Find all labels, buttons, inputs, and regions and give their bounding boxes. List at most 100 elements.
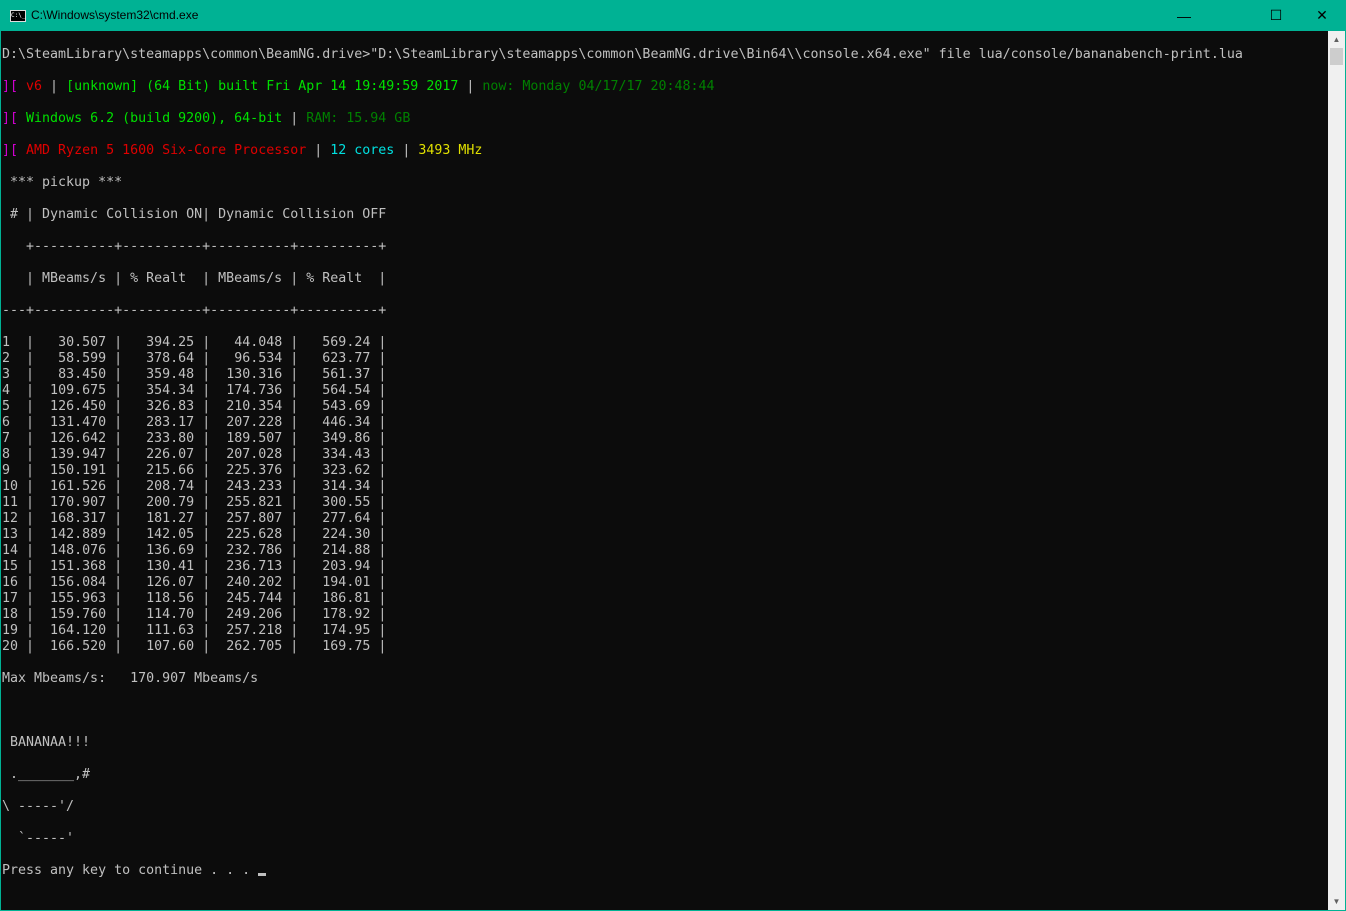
cell: 186.81 xyxy=(298,591,371,606)
cell: 156.084 xyxy=(34,575,107,590)
cell: 207.028 xyxy=(210,447,283,462)
cell: 224.30 xyxy=(298,527,371,542)
cell: 111.63 xyxy=(122,623,195,638)
table-row: 18 | 159.760 | 114.70 | 249.206 | 178.92… xyxy=(2,607,387,622)
cell: 161.526 xyxy=(34,479,107,494)
max-line: Max Mbeams/s: 170.907 Mbeams/s xyxy=(2,671,259,686)
cell: 203.94 xyxy=(298,559,371,574)
cell: 169.75 xyxy=(298,639,371,654)
cell: 130.316 xyxy=(210,367,283,382)
cell: 257.218 xyxy=(210,623,283,638)
bracket: ][ xyxy=(2,143,27,158)
table-row: 4 | 109.675 | 354.34 | 174.736 | 564.54 … xyxy=(2,383,387,398)
cell: 207.228 xyxy=(210,415,283,430)
cell: 83.450 xyxy=(34,367,107,382)
maximize-button[interactable]: ☐ xyxy=(1253,0,1299,31)
row-number: 15 xyxy=(2,559,27,574)
banana-title: BANANAA!!! xyxy=(2,735,91,750)
cell: 323.62 xyxy=(298,463,371,478)
cell: 240.202 xyxy=(210,575,283,590)
cell: 326.83 xyxy=(122,399,195,414)
cell: 189.507 xyxy=(210,431,283,446)
table-divider: ---+----------+----------+----------+---… xyxy=(2,303,387,318)
window-title: C:\Windows\system32\cmd.exe xyxy=(31,8,199,22)
cell: 243.233 xyxy=(210,479,283,494)
cell: 569.24 xyxy=(298,335,371,350)
build: [unknown] (64 Bit) built Fri Apr 14 19:4… xyxy=(66,79,459,94)
cell: 174.736 xyxy=(210,383,283,398)
cpu-line: ][ AMD Ryzen 5 1600 Six-Core Processor |… xyxy=(2,143,1243,159)
table-row: 15 | 151.368 | 130.41 | 236.713 | 203.94… xyxy=(2,559,387,574)
table-group-header: # | Dynamic Collision ON| Dynamic Collis… xyxy=(2,207,387,222)
cell: 257.807 xyxy=(210,511,283,526)
cell: 623.77 xyxy=(298,351,371,366)
bracket: ][ xyxy=(2,79,27,94)
scroll-down-icon[interactable]: ▼ xyxy=(1328,893,1345,910)
command-line: D:\SteamLibrary\steamapps\common\BeamNG.… xyxy=(2,47,1243,62)
row-number: 2 xyxy=(2,351,27,366)
table-row: 11 | 170.907 | 200.79 | 255.821 | 300.55… xyxy=(2,495,387,510)
cell: 215.66 xyxy=(122,463,195,478)
cell: 283.17 xyxy=(122,415,195,430)
table-row: 13 | 142.889 | 142.05 | 225.628 | 224.30… xyxy=(2,527,387,542)
scrollbar[interactable]: ▲ ▼ xyxy=(1328,31,1345,910)
cell: 194.01 xyxy=(298,575,371,590)
cell: 564.54 xyxy=(298,383,371,398)
cell: 349.86 xyxy=(298,431,371,446)
prompt: Press any key to continue . . . xyxy=(2,863,259,878)
cell: 300.55 xyxy=(298,495,371,510)
table-divider: +----------+----------+----------+------… xyxy=(2,239,387,254)
row-number: 20 xyxy=(2,639,27,654)
row-number: 8 xyxy=(2,447,27,462)
cell: 159.760 xyxy=(34,607,107,622)
cell: 30.507 xyxy=(34,335,107,350)
row-number: 16 xyxy=(2,575,27,590)
version: v6 xyxy=(26,79,43,94)
cpu: AMD Ryzen 5 1600 Six-Core Processor xyxy=(26,143,307,158)
cell: 446.34 xyxy=(298,415,371,430)
cell: 378.64 xyxy=(122,351,195,366)
now: now: Monday 04/17/17 20:48:44 xyxy=(482,79,715,94)
cell: 126.07 xyxy=(122,575,195,590)
cell: 166.520 xyxy=(34,639,107,654)
table-title: *** pickup *** xyxy=(2,175,123,190)
scroll-up-icon[interactable]: ▲ xyxy=(1328,31,1345,48)
cell: 394.25 xyxy=(122,335,195,350)
scroll-thumb[interactable] xyxy=(1330,48,1343,65)
cell: 226.07 xyxy=(122,447,195,462)
cell: 136.69 xyxy=(122,543,195,558)
cell: 236.713 xyxy=(210,559,283,574)
sep: | xyxy=(42,79,67,94)
cell: 354.34 xyxy=(122,383,195,398)
cell: 245.744 xyxy=(210,591,283,606)
cell: 233.80 xyxy=(122,431,195,446)
row-number: 3 xyxy=(2,367,27,382)
cell: 178.92 xyxy=(298,607,371,622)
table-row: 12 | 168.317 | 181.27 | 257.807 | 277.64… xyxy=(2,511,387,526)
cell: 255.821 xyxy=(210,495,283,510)
cell: 114.70 xyxy=(122,607,195,622)
table-row: 14 | 148.076 | 136.69 | 232.786 | 214.88… xyxy=(2,543,387,558)
cell: 277.64 xyxy=(298,511,371,526)
minimize-button[interactable]: — xyxy=(1161,0,1207,31)
console-output[interactable]: D:\SteamLibrary\steamapps\common\BeamNG.… xyxy=(1,31,1328,910)
cell: 148.076 xyxy=(34,543,107,558)
cell: 164.120 xyxy=(34,623,107,638)
row-number: 14 xyxy=(2,543,27,558)
cell: 208.74 xyxy=(122,479,195,494)
cell: 334.43 xyxy=(298,447,371,462)
title-bar[interactable]: C:\_ C:\Windows\system32\cmd.exe — ☐ ✕ xyxy=(0,0,1346,31)
table-row: 20 | 166.520 | 107.60 | 262.705 | 169.75… xyxy=(2,639,387,654)
cell: 142.889 xyxy=(34,527,107,542)
cell: 44.048 xyxy=(210,335,283,350)
cell: 150.191 xyxy=(34,463,107,478)
version-line: ][ v6 | [unknown] (64 Bit) built Fri Apr… xyxy=(2,79,1243,95)
cell: 314.34 xyxy=(298,479,371,494)
cell: 210.354 xyxy=(210,399,283,414)
cell: 200.79 xyxy=(122,495,195,510)
close-button[interactable]: ✕ xyxy=(1299,0,1345,31)
sep: | xyxy=(458,79,483,94)
cell: 155.963 xyxy=(34,591,107,606)
banana-art: ._______,# xyxy=(2,767,91,782)
bracket: ][ xyxy=(2,111,27,126)
